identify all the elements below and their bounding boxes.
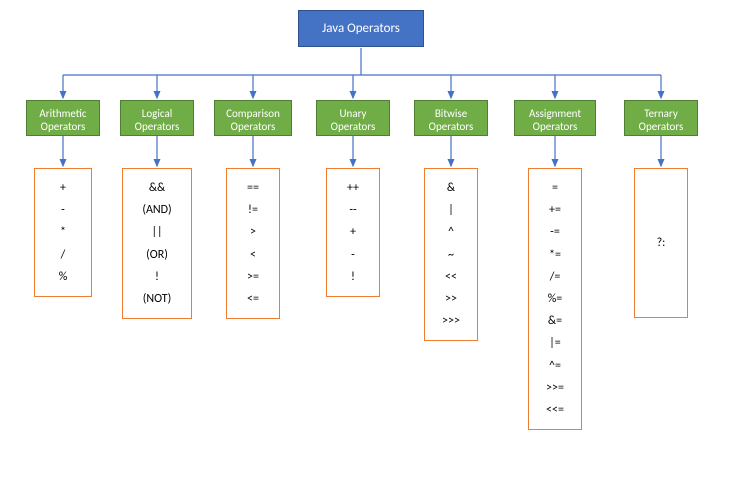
operator-item: != <box>231 199 275 221</box>
operator-item: ! <box>331 266 375 288</box>
operator-item: -= <box>533 221 577 243</box>
category-label-sub: Operators <box>31 120 95 133</box>
operator-item: || <box>127 221 187 243</box>
category-label-sub: Operators <box>519 120 591 133</box>
operator-item: ^= <box>533 355 577 377</box>
operator-item: /= <box>533 266 577 288</box>
category-label: Assignment <box>519 107 591 120</box>
operator-item: ^ <box>429 221 473 243</box>
operator-item: + <box>331 221 375 243</box>
operator-item: |= <box>533 332 577 354</box>
operator-item: == <box>231 177 275 199</box>
operator-item: <<= <box>533 399 577 421</box>
operators-arithmetic: +-*/% <box>34 168 92 297</box>
operator-item: % <box>39 266 87 288</box>
operator-item: -- <box>331 199 375 221</box>
operators-ternary: ?: <box>634 168 688 318</box>
root-node: Java Operators <box>298 10 424 47</box>
operator-item: - <box>331 244 375 266</box>
operator-item: < <box>231 244 275 266</box>
operators-comparison: ==!=><>=<= <box>226 168 280 319</box>
operator-item: ++ <box>331 177 375 199</box>
operator-item: ! <box>127 266 187 288</box>
category-label-sub: Operators <box>219 120 287 133</box>
operator-item: %= <box>533 288 577 310</box>
operator-item: >> <box>429 288 473 310</box>
operator-item: * <box>39 221 87 243</box>
category-label-sub: Operators <box>321 120 385 133</box>
category-label: Bitwise <box>419 107 483 120</box>
operator-item: >= <box>231 266 275 288</box>
operator-item: / <box>39 244 87 266</box>
operator-item: ?: <box>639 232 683 254</box>
category-label: Comparison <box>219 107 287 120</box>
operator-item: >>= <box>533 377 577 399</box>
operator-item: >>> <box>429 310 473 332</box>
category-arithmetic: ArithmeticOperators <box>26 100 100 136</box>
operators-logical: &&(AND)||(OR)!(NOT) <box>122 168 192 319</box>
operator-item: & <box>429 177 473 199</box>
operators-assignment: =+=-=*=/=%=&=|=^=>>=<<= <box>528 168 582 430</box>
operators-unary: ++--+-! <box>326 168 380 297</box>
operator-item: <= <box>231 288 275 310</box>
operator-item: (AND) <box>127 199 187 221</box>
category-ternary: TernaryOperators <box>624 100 698 136</box>
category-label: Unary <box>321 107 385 120</box>
operator-item: (NOT) <box>127 288 187 310</box>
operators-bitwise: &|^~<<>>>>> <box>424 168 478 341</box>
operator-item: << <box>429 266 473 288</box>
category-label: Logical <box>125 107 189 120</box>
category-label-sub: Operators <box>419 120 483 133</box>
category-unary: UnaryOperators <box>316 100 390 136</box>
operator-item: ~ <box>429 244 473 266</box>
operator-item: + <box>39 177 87 199</box>
operator-item: = <box>533 177 577 199</box>
operator-item: | <box>429 199 473 221</box>
operator-item: && <box>127 177 187 199</box>
root-title: Java Operators <box>322 21 400 36</box>
category-logical: LogicalOperators <box>120 100 194 136</box>
operator-item: &= <box>533 310 577 332</box>
operator-item: *= <box>533 244 577 266</box>
operator-item: (OR) <box>127 244 187 266</box>
category-comparison: ComparisonOperators <box>214 100 292 136</box>
operator-item: += <box>533 199 577 221</box>
operator-item: > <box>231 221 275 243</box>
category-assignment: AssignmentOperators <box>514 100 596 136</box>
operator-item: - <box>39 199 87 221</box>
category-label-sub: Operators <box>629 120 693 133</box>
category-label: Ternary <box>629 107 693 120</box>
category-label-sub: Operators <box>125 120 189 133</box>
category-bitwise: BitwiseOperators <box>414 100 488 136</box>
category-label: Arithmetic <box>31 107 95 120</box>
